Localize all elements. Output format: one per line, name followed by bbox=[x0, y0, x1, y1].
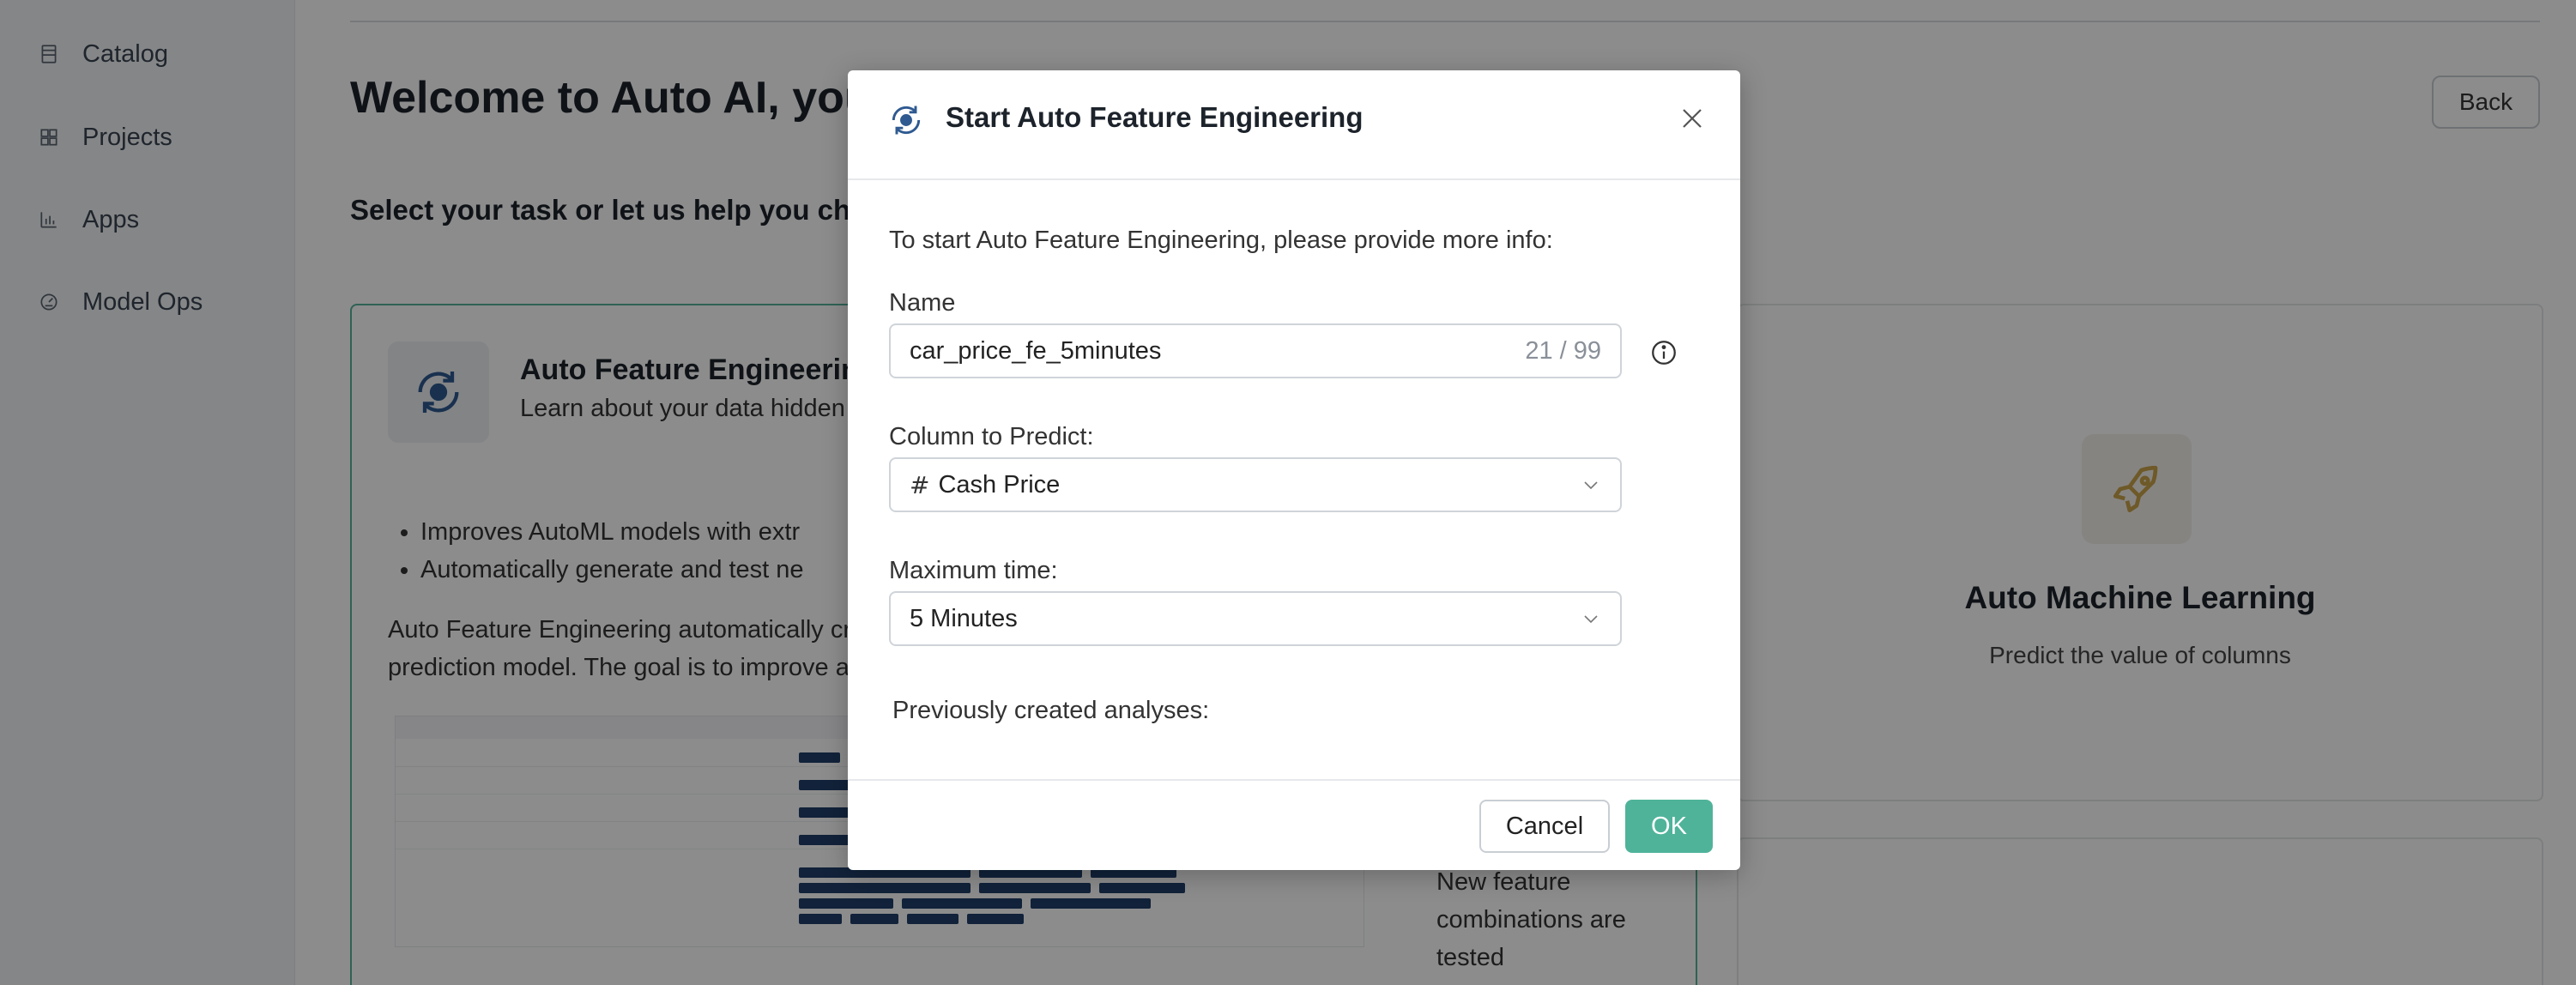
dialog-header: Start Auto Feature Engineering bbox=[848, 70, 1740, 180]
character-count: 21 / 99 bbox=[1525, 336, 1601, 365]
dialog-title: Start Auto Feature Engineering bbox=[946, 101, 1364, 133]
column-label: Column to Predict: bbox=[889, 423, 1094, 450]
hash-icon: # bbox=[910, 470, 930, 499]
maximum-time-select[interactable]: 5 Minutes bbox=[889, 591, 1622, 646]
chevron-down-icon bbox=[1584, 615, 1598, 624]
gear-refresh-icon bbox=[892, 106, 921, 135]
close-button[interactable] bbox=[1670, 96, 1714, 141]
start-feature-engineering-dialog: Start Auto Feature Engineering To start … bbox=[848, 70, 1740, 870]
ok-button[interactable]: OK bbox=[1625, 800, 1713, 853]
dialog-intro: To start Auto Feature Engineering, pleas… bbox=[889, 227, 1553, 254]
column-value: Cash Price bbox=[938, 470, 1061, 499]
max-time-label: Maximum time: bbox=[889, 557, 1058, 584]
previous-analyses-label: Previously created analyses: bbox=[892, 697, 1210, 724]
column-to-predict-select[interactable]: # Cash Price bbox=[889, 457, 1622, 512]
name-value: car_price_fe_5minutes bbox=[910, 336, 1162, 365]
dialog-footer: Cancel OK bbox=[848, 779, 1740, 870]
chevron-down-icon bbox=[1584, 481, 1598, 490]
info-icon[interactable] bbox=[1649, 338, 1678, 367]
name-input[interactable]: car_price_fe_5minutes 21 / 99 bbox=[889, 323, 1622, 378]
name-label: Name bbox=[889, 289, 956, 317]
cancel-button[interactable]: Cancel bbox=[1479, 800, 1610, 853]
max-time-value: 5 Minutes bbox=[910, 604, 1018, 632]
close-icon bbox=[1683, 109, 1702, 128]
